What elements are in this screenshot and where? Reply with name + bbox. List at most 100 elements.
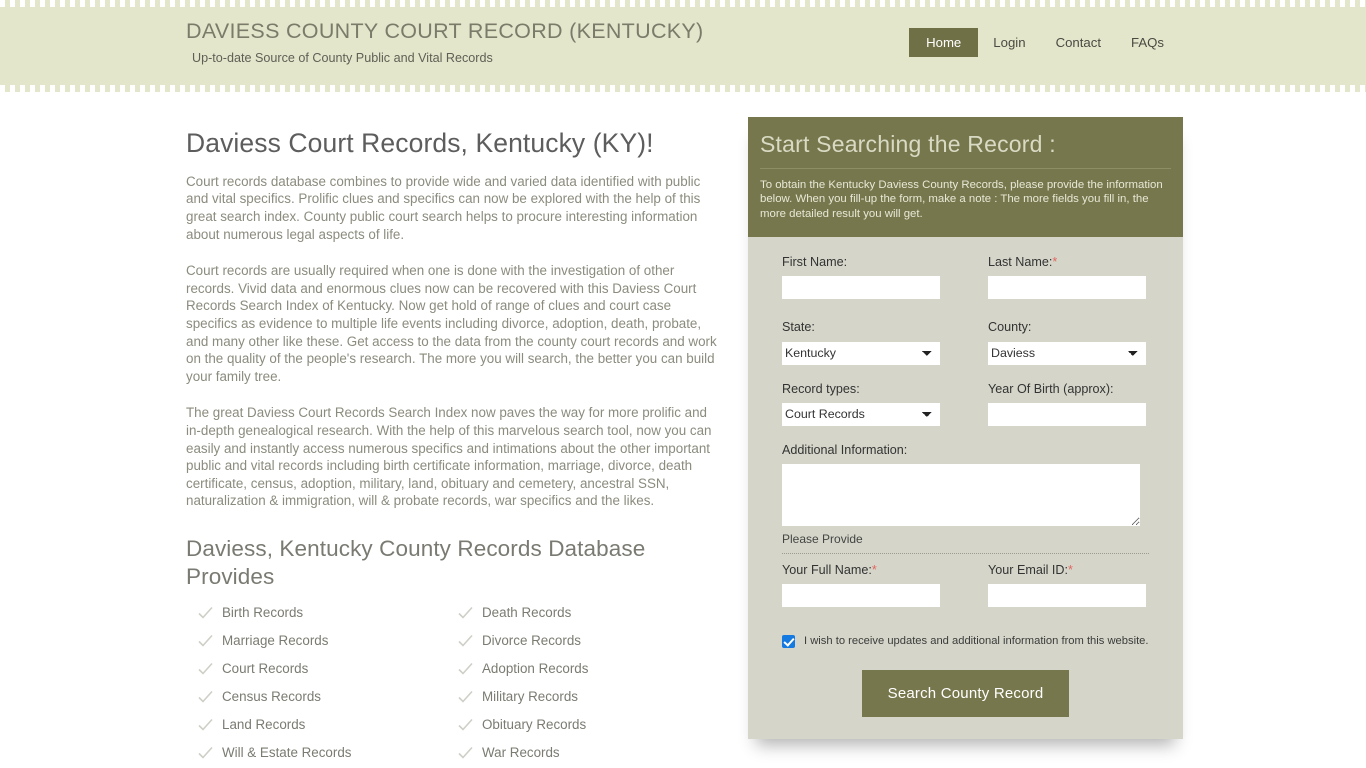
check-icon [198, 634, 213, 648]
county-label: County: [988, 320, 1032, 335]
check-icon [458, 718, 473, 732]
list-item-label: War Records [482, 744, 560, 760]
site-tagline: Up-to-date Source of County Public and V… [192, 50, 493, 65]
last-name-label-text: Last Name: [988, 255, 1053, 270]
nav-item-login[interactable]: Login [978, 29, 1040, 56]
list-item: Will & Estate Records [198, 745, 458, 760]
full-name-input[interactable] [782, 583, 940, 607]
page-content: Daviess Court Records, Kentucky (KY)! Co… [183, 92, 1183, 760]
year-of-birth-input[interactable] [988, 402, 1146, 426]
site-title: DAVIESS COUNTY COURT RECORD (KENTUCKY) [186, 19, 704, 43]
list-item: Birth Records [198, 605, 458, 620]
list-item-label: Divorce Records [482, 632, 581, 648]
newsletter-row[interactable]: I wish to receive updates and additional… [782, 634, 1149, 648]
check-icon [198, 606, 213, 620]
newsletter-checkbox[interactable] [782, 634, 795, 648]
email-group: Your Email ID:* [988, 563, 1149, 607]
header-inner: DAVIESS COUNTY COURT RECORD (KENTUCKY) U… [183, 0, 1183, 92]
list-item: Obituary Records [458, 717, 720, 732]
record-types-select[interactable]: Court Records [782, 402, 940, 426]
list-item-label: Birth Records [222, 604, 304, 620]
check-icon [458, 690, 473, 704]
list-item: Marriage Records [198, 633, 458, 648]
email-label: Your Email ID:* [988, 563, 1149, 578]
list-item-label: Census Records [222, 688, 321, 704]
article-column: Daviess Court Records, Kentucky (KY)! Co… [183, 114, 728, 760]
email-input[interactable] [988, 583, 1146, 607]
check-icon [458, 662, 473, 676]
intro-paragraph-2: Court records are usually required when … [186, 263, 717, 384]
list-item: Census Records [198, 689, 458, 704]
list-item-label: Court Records [222, 660, 309, 676]
additional-information-label: Additional Information: [782, 442, 908, 457]
required-marker: * [871, 562, 877, 577]
year-of-birth-group: Year Of Birth (approx): [988, 382, 1149, 426]
state-label: State: [782, 320, 815, 335]
check-icon [458, 606, 473, 620]
records-list: Birth Records Death Records Marriage Rec… [186, 605, 720, 760]
nav-item-contact[interactable]: Contact [1041, 29, 1116, 56]
location-row: State: Kentucky County: Daviess [782, 320, 1149, 365]
site-header: DAVIESS COUNTY COURT RECORD (KENTUCKY) U… [0, 0, 1366, 92]
list-item: Military Records [458, 689, 720, 704]
required-marker: * [1068, 562, 1073, 577]
list-item: Death Records [458, 605, 720, 620]
list-item: Adoption Records [458, 661, 720, 676]
check-icon [198, 718, 213, 732]
email-label-text: Your Email ID: [988, 562, 1069, 577]
year-of-birth-label: Year Of Birth (approx): [988, 381, 1114, 396]
submit-row: Search County Record [782, 669, 1149, 717]
full-name-group: Your Full Name:* [782, 563, 943, 607]
search-form-body: First Name: Last Name:* State: Kentucky [748, 237, 1183, 739]
county-group: County: Daviess [988, 320, 1149, 365]
check-icon [458, 746, 473, 760]
search-form-title: Start Searching the Record : [760, 131, 1171, 169]
record-types-label: Record types: [782, 381, 860, 396]
intro-paragraph-3: The great Daviess Court Records Search I… [186, 405, 712, 509]
search-form-intro: To obtain the Kentucky Daviess County Re… [760, 178, 1163, 220]
records-section-heading: Daviess, Kentucky County Records Databas… [186, 535, 646, 589]
contact-row: Your Full Name:* Your Email ID:* [782, 563, 1149, 607]
page-title: Daviess Court Records, Kentucky (KY)! [186, 128, 654, 158]
last-name-group: Last Name:* [988, 255, 1149, 300]
full-name-label: Your Full Name:* [782, 563, 943, 578]
search-form-panel: Start Searching the Record : To obtain t… [748, 117, 1183, 739]
newsletter-label: I wish to receive updates and additional… [804, 635, 1149, 648]
list-item-label: Marriage Records [222, 632, 329, 648]
state-group: State: Kentucky [782, 320, 943, 365]
first-name-group: First Name: [782, 255, 943, 300]
nav-item-faqs[interactable]: FAQs [1116, 29, 1179, 56]
check-icon [458, 634, 473, 648]
main-navigation: Home Login Contact FAQs [909, 28, 1179, 58]
search-county-record-button[interactable]: Search County Record [861, 669, 1070, 717]
last-name-input[interactable] [988, 276, 1146, 300]
brand[interactable]: DAVIESS COUNTY COURT RECORD (KENTUCKY) U… [186, 19, 704, 65]
list-item-label: Military Records [482, 688, 578, 704]
full-name-label-text: Your Full Name: [782, 562, 872, 577]
list-item-label: Land Records [222, 716, 306, 732]
list-item-label: Adoption Records [482, 660, 589, 676]
nav-item-home[interactable]: Home [909, 28, 979, 58]
last-name-label: Last Name:* [988, 255, 1149, 270]
first-name-input[interactable] [782, 276, 940, 300]
record-types-group: Record types: Court Records [782, 382, 943, 426]
list-item: Divorce Records [458, 633, 720, 648]
list-item-label: Will & Estate Records [222, 744, 352, 760]
list-item-label: Death Records [482, 604, 572, 620]
additional-information-group: Additional Information: [782, 443, 1149, 526]
first-name-label: First Name: [782, 255, 848, 270]
search-form-header: Start Searching the Record : To obtain t… [748, 117, 1183, 238]
intro-paragraph-1: Court records database combines to provi… [186, 173, 701, 242]
please-provide-note: Please Provide [782, 532, 1149, 554]
check-icon [198, 690, 213, 704]
record-year-row: Record types: Court Records Year Of Birt… [782, 382, 1149, 426]
list-item: War Records [458, 745, 720, 760]
required-marker: * [1052, 255, 1058, 270]
name-row: First Name: Last Name:* [782, 255, 1149, 300]
check-icon [198, 662, 213, 676]
list-item: Land Records [198, 717, 458, 732]
county-select[interactable]: Daviess [988, 341, 1146, 365]
list-item: Court Records [198, 661, 458, 676]
state-select[interactable]: Kentucky [782, 341, 940, 365]
additional-information-textarea[interactable] [782, 463, 1140, 526]
